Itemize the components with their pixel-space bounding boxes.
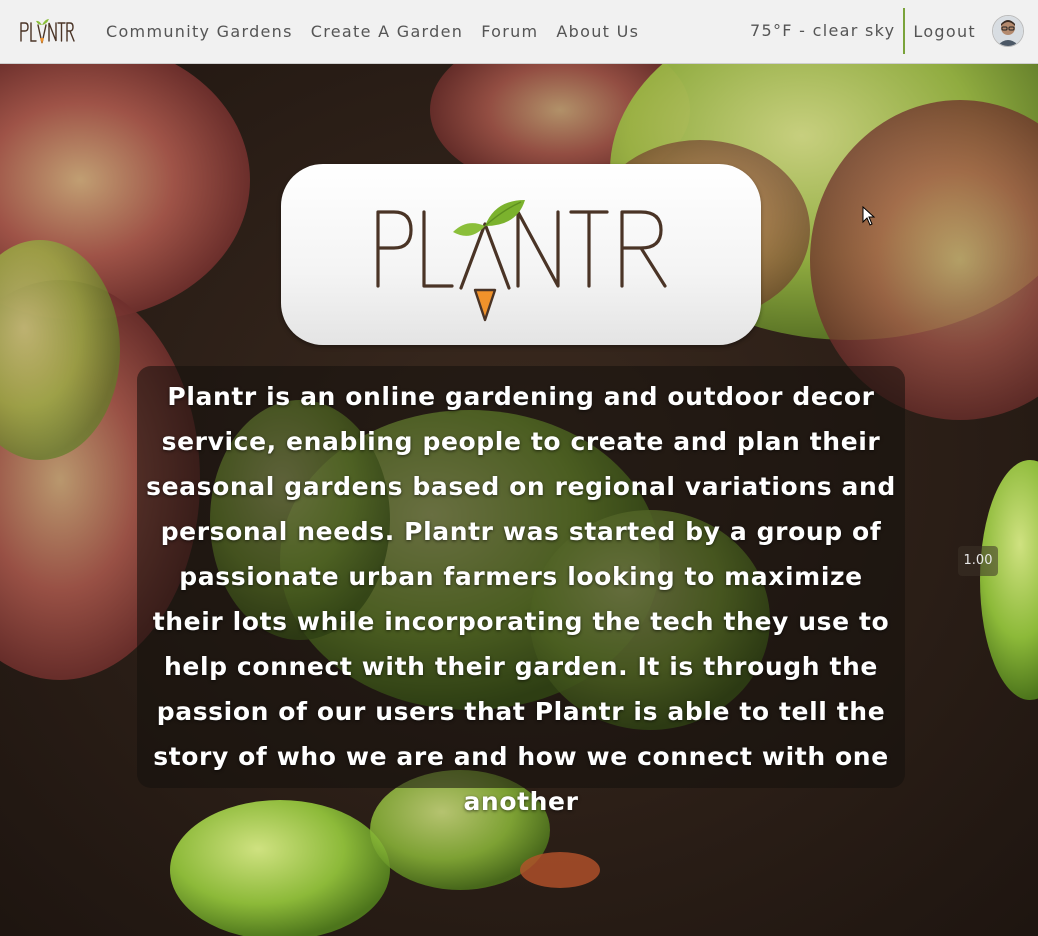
- plantr-hero-logo-icon: [376, 200, 667, 322]
- nav-right-group: 75°F - clear sky Logout: [750, 0, 1024, 62]
- user-avatar-icon[interactable]: [992, 15, 1024, 47]
- nav-about-us[interactable]: About Us: [556, 22, 639, 41]
- weather-status: 75°F - clear sky: [750, 8, 906, 54]
- about-description: Plantr is an online gardening and outdoo…: [146, 382, 896, 816]
- main-nav: Community Gardens Create A Garden Forum …: [106, 0, 657, 62]
- nav-forum[interactable]: Forum: [481, 22, 538, 41]
- avatar-image: [993, 16, 1023, 46]
- mouse-pointer-icon: [862, 206, 876, 226]
- top-navbar: Community Gardens Create A Garden Forum …: [0, 0, 1038, 64]
- plantr-logo-icon: [20, 19, 75, 44]
- playback-speed-badge[interactable]: 1.00: [958, 546, 998, 576]
- logout-link[interactable]: Logout: [913, 22, 976, 41]
- nav-community-gardens[interactable]: Community Gardens: [106, 22, 293, 41]
- brand-logo-link[interactable]: [18, 16, 76, 48]
- nav-create-a-garden[interactable]: Create A Garden: [311, 22, 463, 41]
- hero-logo-card: [281, 164, 761, 345]
